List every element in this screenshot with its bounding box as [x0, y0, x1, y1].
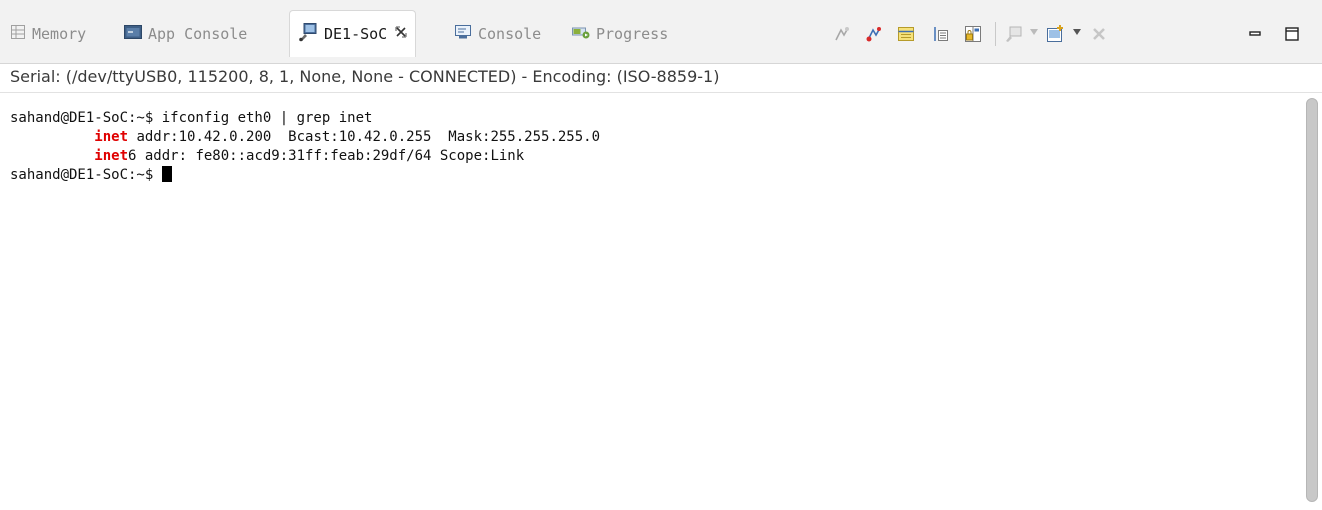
- command-text: sahand@DE1-SoC:~$ ifconfig eth0 | grep i…: [10, 110, 373, 126]
- tab-console[interactable]: Console: [454, 10, 541, 57]
- grep-match: inet: [94, 129, 129, 145]
- grep-match: inet: [94, 148, 129, 164]
- minimize-button[interactable]: [1245, 24, 1265, 44]
- display-selected-icon: [1006, 26, 1022, 42]
- new-terminal-dropdown[interactable]: [1073, 29, 1081, 35]
- tab-memory[interactable]: Memory: [10, 10, 86, 57]
- terminal-line: inet6 addr: fe80::acd9:31ff:feab:29df/64…: [10, 147, 1300, 166]
- view-tab-bar: Memory App Console DE1-SoC Console Progr…: [0, 0, 1322, 63]
- close-icon[interactable]: [395, 26, 407, 42]
- terminal-line: sahand@DE1-SoC:~$ ifconfig eth0 | grep i…: [10, 109, 1300, 128]
- vertical-scrollbar[interactable]: [1302, 93, 1322, 510]
- scrollbar-thumb[interactable]: [1306, 98, 1318, 502]
- toolbar-separator: [995, 22, 996, 46]
- disconnect-icon: [866, 27, 881, 42]
- settings-icon: [898, 27, 914, 41]
- terminal-view-window: Memory App Console DE1-SoC Console Progr…: [0, 0, 1322, 510]
- remove-icon: [1093, 28, 1105, 40]
- tab-label: App Console: [148, 24, 248, 43]
- scroll-lock-icon: [934, 27, 948, 41]
- new-terminal-button[interactable]: [1046, 24, 1066, 44]
- tab-label: DE1-SoC: [324, 25, 388, 43]
- display-selected-button[interactable]: [1003, 24, 1023, 44]
- text-cursor: [161, 166, 172, 182]
- connect-icon: [835, 27, 849, 41]
- output-text: addr:10.42.0.200 Bcast:10.42.0.255 Mask:…: [128, 129, 601, 145]
- lock-icon: [965, 26, 981, 42]
- lock-button[interactable]: [963, 24, 983, 44]
- terminal-line: inet addr:10.42.0.200 Bcast:10.42.0.255 …: [10, 128, 1300, 147]
- tab-app-console[interactable]: App Console: [124, 10, 247, 57]
- tab-label: Memory: [32, 24, 87, 43]
- tab-label: Console: [478, 24, 542, 43]
- maximize-icon: [1285, 27, 1299, 41]
- maximize-button[interactable]: [1282, 24, 1302, 44]
- prompt-text: sahand@DE1-SoC:~$: [10, 167, 162, 183]
- serial-terminal-icon: [298, 22, 318, 46]
- console-icon: [454, 24, 472, 44]
- tab-label: Progress: [596, 24, 669, 43]
- settings-button[interactable]: [896, 24, 916, 44]
- remove-button[interactable]: [1089, 24, 1109, 44]
- minimize-icon: [1249, 31, 1261, 36]
- connect-button[interactable]: [832, 24, 852, 44]
- new-terminal-icon: [1047, 25, 1063, 42]
- terminal-line: sahand@DE1-SoC:~$: [10, 166, 1300, 185]
- terminal-output[interactable]: sahand@DE1-SoC:~$ ifconfig eth0 | grep i…: [0, 93, 1300, 510]
- scroll-lock-button[interactable]: [930, 24, 950, 44]
- connection-status-bar: Serial: (/dev/ttyUSB0, 115200, 8, 1, Non…: [0, 63, 1322, 93]
- progress-icon: [572, 24, 590, 44]
- connection-status-text: Serial: (/dev/ttyUSB0, 115200, 8, 1, Non…: [10, 67, 720, 86]
- disconnect-button[interactable]: [864, 24, 884, 44]
- tab-de1-soc[interactable]: DE1-SoC: [289, 10, 417, 57]
- output-text: 6 addr: fe80::acd9:31ff:feab:29df/64 Sco…: [128, 148, 525, 164]
- display-selected-dropdown[interactable]: [1030, 29, 1038, 35]
- app-console-icon: [124, 24, 142, 44]
- tab-progress[interactable]: Progress: [572, 10, 668, 57]
- memory-icon: [10, 24, 26, 44]
